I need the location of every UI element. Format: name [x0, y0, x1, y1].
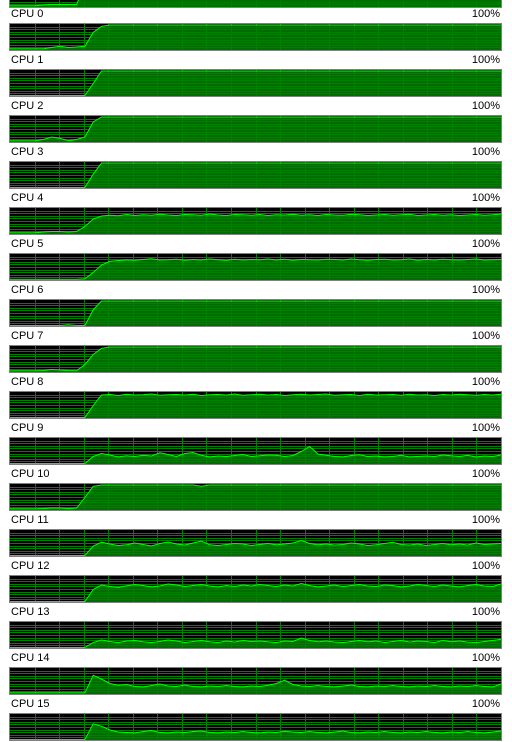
cpu-graph: [9, 161, 502, 189]
cpu-graph: [9, 115, 502, 143]
cpu-max-percent: 100%: [471, 146, 500, 158]
cpu-label: CPU 13: [11, 606, 50, 618]
cpu-graph: [9, 713, 502, 741]
cpu-usage-chart: [10, 346, 501, 372]
cpu-graph: [9, 667, 502, 695]
cpu-max-percent: 100%: [471, 606, 500, 618]
cpu-usage-chart: [10, 714, 501, 740]
cpu-label: CPU 7: [11, 330, 44, 342]
cpu-label: CPU 12: [11, 560, 50, 572]
cpu-graph: [9, 299, 502, 327]
cpu-performance-panel: CPU 0 100% CPU 1 100% CPU 2 100% CPU 3 1…: [0, 0, 512, 742]
cpu-max-percent: 100%: [471, 422, 500, 434]
cpu-graph: [9, 69, 502, 97]
cpu-max-percent: 100%: [471, 514, 500, 526]
cpu-graph: [9, 575, 502, 603]
cpu-label: CPU 8: [11, 376, 44, 388]
cpu-label: CPU 6: [11, 284, 44, 296]
cpu-usage-chart: [10, 70, 501, 96]
cpu-usage-chart: [10, 0, 501, 7]
cpu-graph: [9, 391, 502, 419]
cpu-graph: [9, 345, 502, 373]
cpu-max-percent: 100%: [471, 560, 500, 572]
cpu-max-percent: 100%: [471, 284, 500, 296]
cpu-usage-chart: [10, 668, 501, 694]
cpu-graph: [9, 529, 502, 557]
cpu-usage-chart: [10, 622, 501, 648]
cpu-label: CPU 0: [11, 8, 44, 20]
cpu-max-percent: 100%: [471, 54, 500, 66]
cpu-max-percent: 100%: [471, 330, 500, 342]
cpu-label: CPU 4: [11, 192, 44, 204]
cpu-graph: [9, 621, 502, 649]
cpu-usage-chart: [10, 254, 501, 280]
cpu-graph: [9, 253, 502, 281]
cpu-max-percent: 100%: [471, 8, 500, 20]
cpu-label: CPU 2: [11, 100, 44, 112]
cpu-usage-chart: [10, 484, 501, 510]
cpu-label: CPU 9: [11, 422, 44, 434]
cpu-usage-chart: [10, 438, 501, 464]
cpu-usage-chart: [10, 208, 501, 234]
cpu-label: CPU 5: [11, 238, 44, 250]
cpu-usage-chart: [10, 300, 501, 326]
cpu-graph: [9, 23, 502, 51]
cpu-usage-chart: [10, 392, 501, 418]
cpu-max-percent: 100%: [471, 698, 500, 710]
cpu-max-percent: 100%: [471, 652, 500, 664]
cpu-max-percent: 100%: [471, 238, 500, 250]
cpu-max-percent: 100%: [471, 100, 500, 112]
cpu-label: CPU 3: [11, 146, 44, 158]
cpu-usage-chart: [10, 116, 501, 142]
cpu-max-percent: 100%: [471, 468, 500, 480]
cpu-max-percent: 100%: [471, 192, 500, 204]
usage-area: [10, 0, 501, 7]
cpu-graph: [9, 483, 502, 511]
cpu-label: CPU 14: [11, 652, 50, 664]
cpu-label: CPU 1: [11, 54, 44, 66]
cpu-graph: [9, 437, 502, 465]
cpu-usage-chart: [10, 530, 501, 556]
usage-area: [10, 258, 501, 280]
cpu-label: CPU 11: [11, 514, 49, 526]
cpu-graph: [9, 0, 502, 8]
cpu-usage-chart: [10, 24, 501, 50]
cpu-graph: [9, 207, 502, 235]
cpu-usage-chart: [10, 162, 501, 188]
cpu-label: CPU 10: [11, 468, 50, 480]
cpu-usage-chart: [10, 576, 501, 602]
cpu-max-percent: 100%: [471, 376, 500, 388]
cpu-label: CPU 15: [11, 698, 50, 710]
